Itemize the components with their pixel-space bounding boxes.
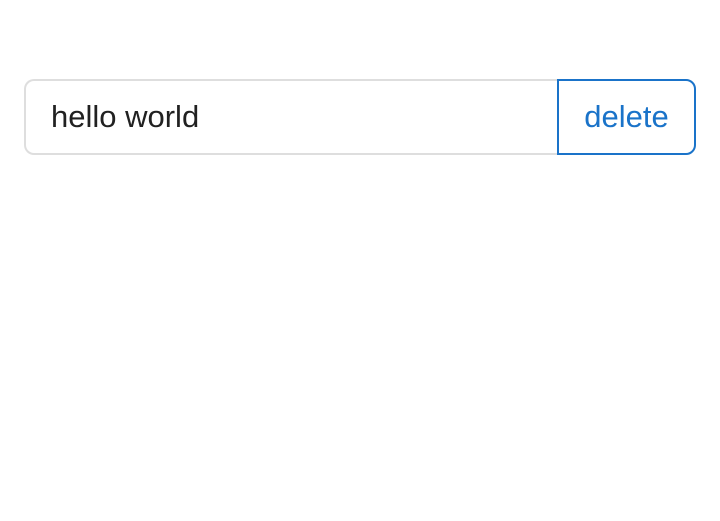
input-group: delete [24,79,696,155]
delete-button[interactable]: delete [557,79,696,155]
text-input[interactable] [24,79,557,155]
